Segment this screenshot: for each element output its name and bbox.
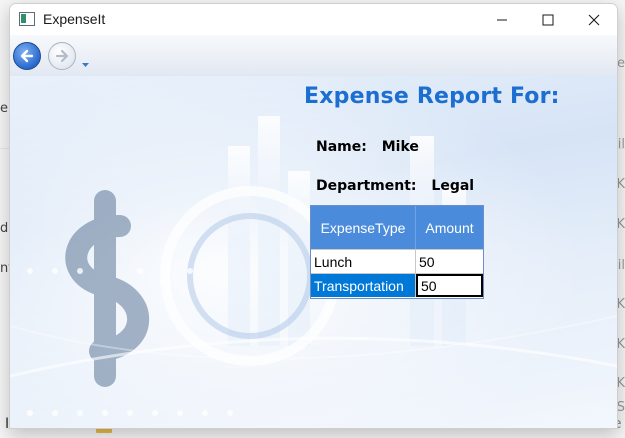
department-value: Legal <box>431 178 475 194</box>
table-row[interactable]: Lunch 50 <box>311 249 483 273</box>
back-button[interactable] <box>13 42 41 70</box>
name-row: Name: Mike <box>316 139 419 155</box>
forward-button[interactable] <box>48 42 76 70</box>
department-row: Department: Legal <box>316 178 474 194</box>
history-dropdown-button[interactable] <box>81 53 90 72</box>
navigation-bar <box>10 35 617 76</box>
table-row[interactable]: Transportation 50 <box>311 273 483 297</box>
close-icon <box>588 14 600 25</box>
department-label: Department: <box>316 178 417 194</box>
app-icon <box>19 12 35 26</box>
report-page: Expense Report For: Name: Mike Departmen… <box>10 76 617 428</box>
column-header-amount[interactable]: Amount <box>416 206 483 249</box>
expense-grid[interactable]: ExpenseType Amount Lunch 50 Transportati… <box>310 205 484 299</box>
expense-type-cell[interactable]: Transportation <box>311 274 416 297</box>
amount-cell[interactable]: 50 <box>416 274 483 297</box>
title-bar[interactable]: ExpenseIt <box>10 4 617 35</box>
expenseit-window: ExpenseIt Expense Report For: Name: Mike… <box>9 3 618 429</box>
chevron-down-icon <box>82 63 89 67</box>
window-title: ExpenseIt <box>43 11 106 27</box>
minimize-icon <box>497 19 507 20</box>
report-heading: Expense Report For: <box>304 84 560 109</box>
minimize-button[interactable] <box>479 4 525 35</box>
maximize-icon <box>542 14 554 25</box>
grid-header: ExpenseType Amount <box>311 206 483 249</box>
close-button[interactable] <box>571 4 617 35</box>
column-header-expense-type[interactable]: ExpenseType <box>311 206 416 249</box>
arrow-left-icon <box>20 49 34 63</box>
arrow-right-icon <box>55 49 69 63</box>
name-label: Name: <box>316 139 367 155</box>
amount-cell[interactable]: 50 <box>416 250 483 273</box>
name-value: Mike <box>381 139 419 155</box>
background-text: d <box>0 221 9 236</box>
background-text: e <box>0 101 8 116</box>
maximize-button[interactable] <box>525 4 571 35</box>
expense-type-cell[interactable]: Lunch <box>311 250 416 273</box>
